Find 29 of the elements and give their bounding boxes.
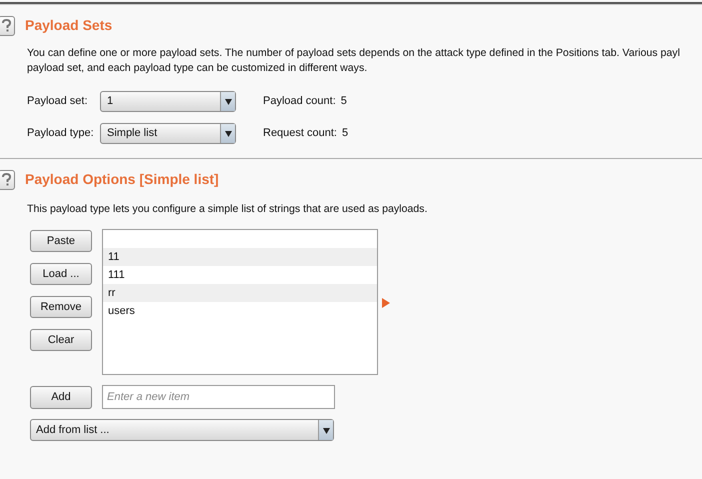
description-text: payload set, and each payload type can be customized in different ways. [27, 61, 368, 76]
list-action-button[interactable]: Paste [30, 230, 92, 252]
section-title: Payload Options [Simple list] [25, 170, 219, 189]
help-icon[interactable] [0, 170, 15, 190]
caret-icon [220, 124, 235, 143]
payload-list[interactable]: 11 111 rr users [102, 229, 378, 375]
count-label: Request count: [263, 126, 337, 142]
count-value: 5 [342, 126, 348, 142]
description-text: This payload type lets you configure a simple list of strings that are used as payloads. [27, 202, 428, 217]
caret-icon [220, 92, 235, 111]
setting-label: Payload type: [27, 126, 95, 142]
add-from-list-dropdown[interactable]: Add from list ... [30, 419, 334, 441]
list-action-button[interactable]: Load ... [30, 263, 92, 285]
setting-label: Payload set: [27, 94, 89, 110]
setting-dropdown[interactable]: 1 [100, 91, 236, 112]
setting-dropdown[interactable]: Simple list [100, 123, 236, 144]
description-text: You can define one or more payload sets. The number of payload sets depends on the attack type defined in the Positions tab. Various payl [27, 46, 680, 61]
list-action-button[interactable]: Clear [30, 329, 92, 351]
list-item[interactable]: 11 [103, 248, 377, 266]
list-item[interactable]: rr [103, 284, 377, 302]
count-value: 5 [340, 94, 347, 110]
add-button[interactable]: Add [30, 386, 92, 408]
help-icon[interactable] [0, 16, 15, 36]
caret-icon [318, 420, 333, 440]
arrow-icon [382, 298, 390, 308]
count-label: Payload count: [263, 94, 336, 110]
section-title: Payload Sets [25, 16, 112, 35]
list-action-button[interactable]: Remove [30, 296, 92, 318]
new-item-field[interactable]: Enter a new item [102, 385, 335, 409]
